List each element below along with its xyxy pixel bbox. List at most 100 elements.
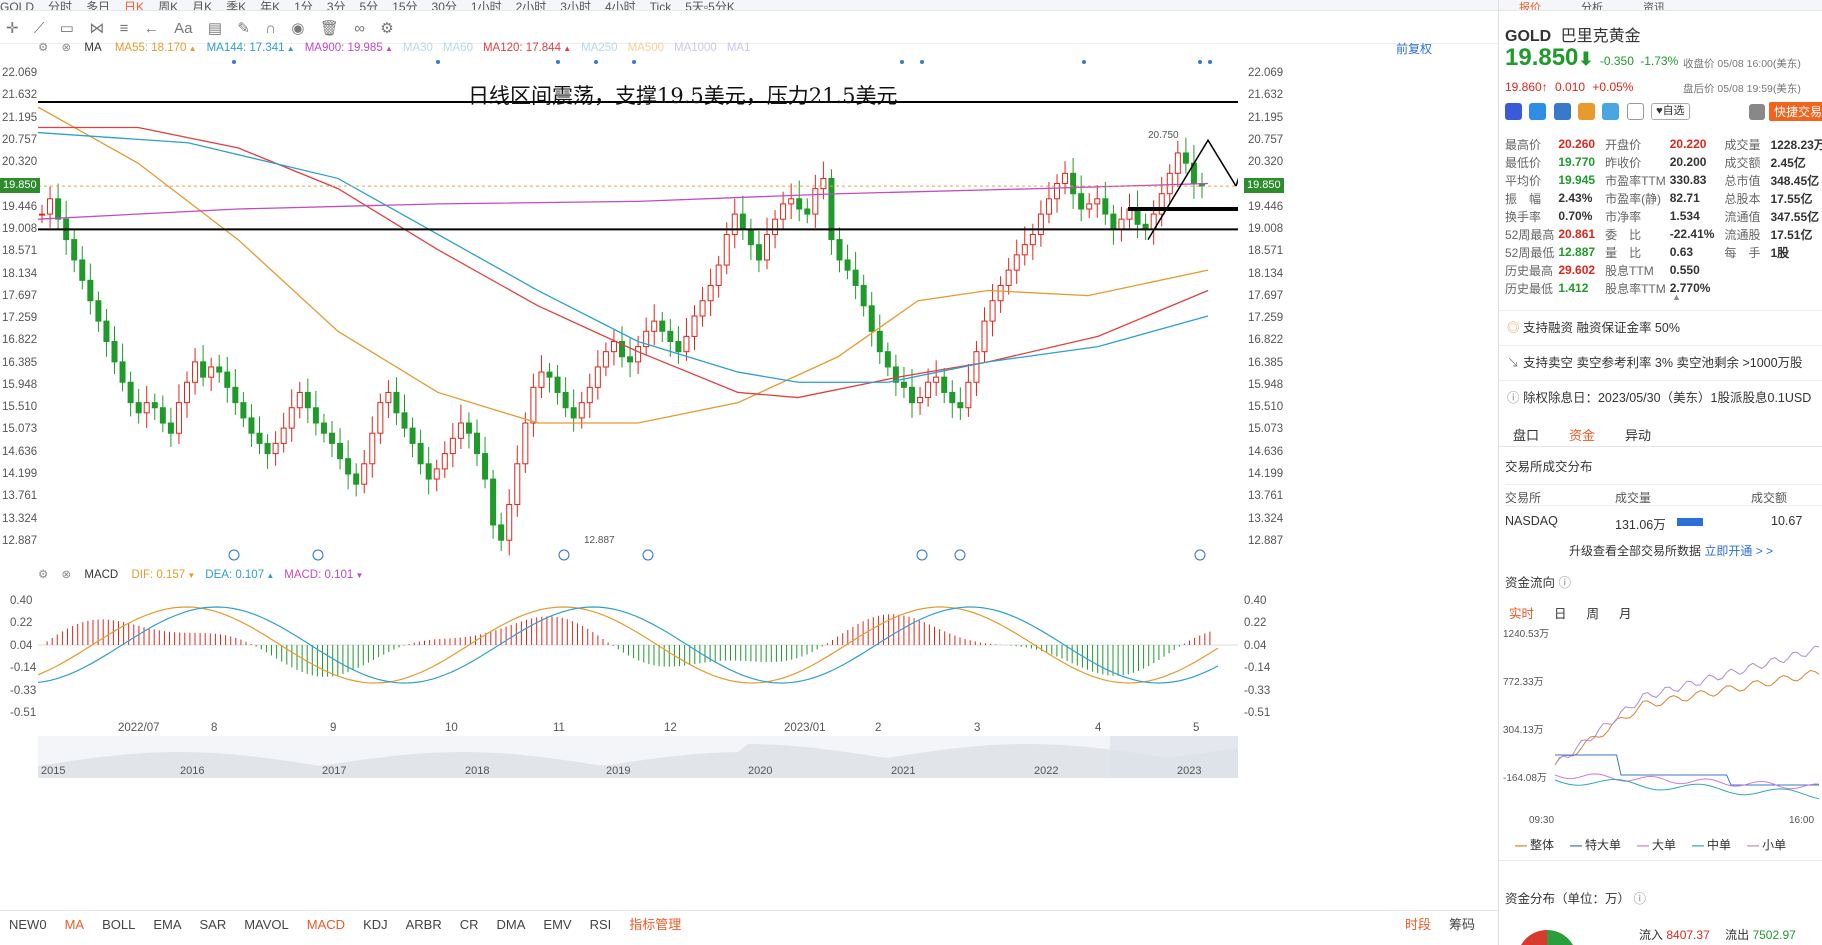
period-13[interactable]: 1小时 <box>471 1 502 10</box>
fund-tab-0[interactable]: 实时 <box>1509 607 1534 621</box>
macd-chart[interactable] <box>38 585 1238 723</box>
indicator-tab-8[interactable]: ARBR <box>406 911 442 939</box>
event-icon[interactable] <box>558 549 570 561</box>
ma-item-8[interactable]: MA1000 <box>674 42 717 54</box>
indicator-tab-7[interactable]: KDJ <box>363 911 388 939</box>
indicator-tab-3[interactable]: EMA <box>153 911 181 939</box>
event-dot[interactable] <box>1198 60 1202 64</box>
ma-item-0[interactable]: MA55: 18.170 <box>115 42 197 54</box>
watchlist-button[interactable]: ♥自选 <box>1651 103 1690 120</box>
indicator-tab-4[interactable]: SAR <box>199 911 226 939</box>
period-9[interactable]: 3分 <box>327 1 346 10</box>
indicator-name[interactable]: MA <box>84 42 101 54</box>
macd-item-0[interactable]: DIF: 0.157 <box>131 569 195 581</box>
bell-icon[interactable] <box>1749 104 1765 120</box>
indicator-tab-0[interactable]: NEW0 <box>9 911 47 939</box>
gear-icon[interactable]: ⚙ <box>38 569 48 581</box>
event-dot[interactable] <box>900 60 904 64</box>
fund-tab-3[interactable]: 月 <box>1619 607 1632 621</box>
fund-tab-2[interactable]: 周 <box>1587 607 1600 621</box>
macd-item-2[interactable]: MACD: 0.101 <box>284 569 363 581</box>
indicator-tab-10[interactable]: DMA <box>497 911 526 939</box>
period-14[interactable]: 2小时 <box>516 1 547 10</box>
event-icon[interactable] <box>312 549 324 561</box>
period-6[interactable]: 季K <box>226 1 246 10</box>
close-icon[interactable]: ⊗ <box>62 569 72 581</box>
macd-item-1[interactable]: DEA: 0.107 <box>205 569 274 581</box>
period-11[interactable]: 15分 <box>392 1 417 10</box>
event-icon[interactable] <box>1194 549 1206 561</box>
event-dot[interactable] <box>1208 60 1212 64</box>
period-15[interactable]: 3小时 <box>560 1 591 10</box>
indicator-tab-5[interactable]: MAVOL <box>244 911 289 939</box>
period-17[interactable]: Tick <box>650 1 672 10</box>
info-icon[interactable]: ⓘ <box>1634 892 1647 906</box>
period-2[interactable]: 多日 <box>86 1 110 10</box>
quick-trade-button[interactable]: 快捷交易 <box>1769 102 1822 121</box>
event-dot[interactable] <box>632 60 636 64</box>
upgrade-link[interactable]: 立即开通 > > <box>1704 544 1773 558</box>
ma-item-6[interactable]: MA250 <box>581 42 617 54</box>
chart-icon[interactable] <box>1578 103 1596 120</box>
indicator-tab-2[interactable]: BOLL <box>102 911 135 939</box>
adjust-mode[interactable]: 前复权 <box>1396 40 1432 57</box>
period-5[interactable]: 月K <box>192 1 212 10</box>
flash-icon[interactable] <box>1529 103 1547 120</box>
detail-tab-0[interactable]: 盘口 <box>1513 425 1539 444</box>
feature-row[interactable]: ⓘ 除权除息日：2023/05/30（美东）1股派股息0.1USD <box>1499 380 1822 415</box>
trend-arrow[interactable] <box>1147 138 1237 240</box>
bottom-right-0[interactable]: 时段 <box>1405 911 1431 939</box>
indicator-tab-12[interactable]: RSI <box>590 911 612 939</box>
ma-item-2[interactable]: MA900: 19.985 <box>305 42 393 54</box>
period-1[interactable]: 分时 <box>48 1 72 10</box>
event-dot[interactable] <box>556 60 560 64</box>
fund-tab-1[interactable]: 日 <box>1554 607 1567 621</box>
indicator-tab-6[interactable]: MACD <box>307 911 345 939</box>
target-arrow[interactable] <box>1235 77 1238 187</box>
ma-item-7[interactable]: MA500 <box>628 42 664 54</box>
event-icon[interactable] <box>916 549 928 561</box>
detail-tab-2[interactable]: 异动 <box>1625 425 1651 444</box>
event-dot[interactable] <box>232 60 236 64</box>
doc-icon[interactable] <box>1626 103 1644 120</box>
event-dot[interactable] <box>594 60 598 64</box>
dollar-icon[interactable] <box>1553 103 1571 120</box>
candlestick-chart[interactable]: 20.750 12.887 <box>38 56 1238 562</box>
indicator-tab-13[interactable]: 指标管理 <box>629 911 681 939</box>
period-10[interactable]: 5分 <box>360 1 379 10</box>
bottom-right-1[interactable]: 筹码 <box>1449 911 1475 939</box>
period-12[interactable]: 30分 <box>432 1 457 10</box>
event-dot[interactable] <box>920 60 924 64</box>
quote-tab-2[interactable]: 资讯 <box>1643 3 1665 11</box>
period-8[interactable]: 1分 <box>294 1 313 10</box>
period-3[interactable]: 日K <box>124 1 144 10</box>
flag-icon[interactable] <box>1505 103 1522 120</box>
info-icon[interactable]: ⓘ <box>1559 576 1572 590</box>
indicator-tab-1[interactable]: MA <box>65 911 85 939</box>
event-dot[interactable] <box>1082 60 1086 64</box>
event-dot[interactable] <box>436 60 440 64</box>
event-icon[interactable] <box>228 549 240 561</box>
ma-item-5[interactable]: MA120: 17.844 <box>483 42 571 54</box>
ma-item-1[interactable]: MA144: 17.341 <box>207 42 295 54</box>
event-icon[interactable] <box>642 549 654 561</box>
indicator-tab-9[interactable]: CR <box>460 911 479 939</box>
quote-tab-0[interactable]: 报价 <box>1519 3 1541 11</box>
quote-tab-1[interactable]: 分析 <box>1581 3 1603 11</box>
indicator-name[interactable]: MACD <box>84 569 118 581</box>
detail-tab-1[interactable]: 资金 <box>1569 425 1595 444</box>
period-16[interactable]: 4小时 <box>605 1 636 10</box>
gear-icon[interactable]: ⚙ <box>38 42 48 54</box>
ma-item-4[interactable]: MA60 <box>443 42 473 54</box>
indicator-tab-11[interactable]: EMV <box>543 911 571 939</box>
period-18[interactable]: 5天▫5分K <box>685 1 735 10</box>
ma-item-9[interactable]: MA1 <box>727 42 751 54</box>
period-7[interactable]: 年K <box>260 1 280 10</box>
period-4[interactable]: 周K <box>158 1 178 10</box>
ma-item-3[interactable]: MA30 <box>403 42 433 54</box>
close-icon[interactable]: ⊗ <box>62 42 72 54</box>
feature-row[interactable]: ↘ 支持卖空 卖空参考利率 3% 卖空池剩余 >1000万股 <box>1499 345 1822 380</box>
feature-row[interactable]: ◎ 支持融资 融资保证金率 50% <box>1499 310 1822 345</box>
event-icon[interactable] <box>954 549 966 561</box>
collapse-icon[interactable]: ▲ <box>1672 292 1681 302</box>
